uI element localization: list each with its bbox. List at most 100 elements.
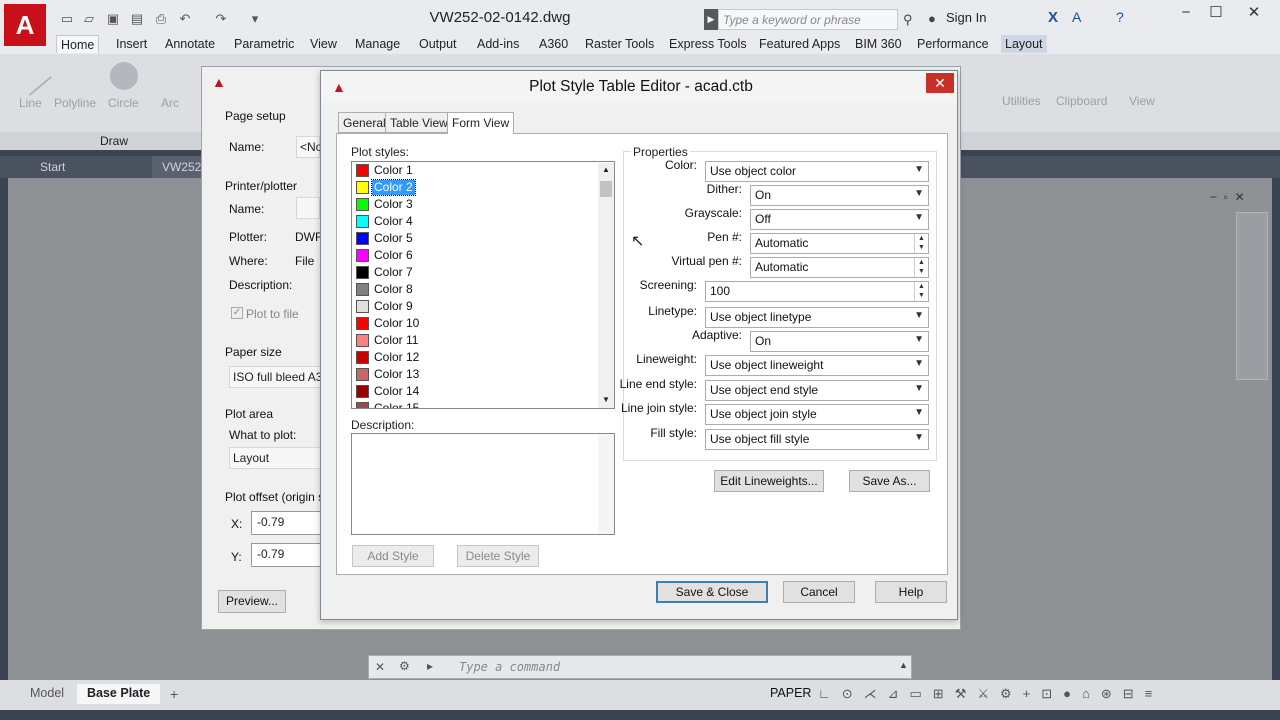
plot-icon[interactable]: ⎙ xyxy=(152,10,170,28)
chevron-down-icon[interactable]: ▼ xyxy=(914,164,924,175)
plot-style-item[interactable]: Color 10 xyxy=(372,316,421,331)
line-tool-label[interactable]: Line xyxy=(19,96,42,110)
help-icon[interactable]: ? xyxy=(1116,9,1124,25)
property-combo[interactable]: Use object lineweight ▼ xyxy=(705,355,929,376)
close-window-icon[interactable]: ✕ xyxy=(1240,2,1268,24)
add-style-button[interactable]: Add Style xyxy=(352,545,434,567)
tab-express-tools[interactable]: Express Tools xyxy=(665,35,751,53)
new-icon[interactable]: ▭ xyxy=(58,10,76,28)
plot-style-item[interactable]: Color 6 xyxy=(372,248,415,263)
plot-style-item[interactable]: Color 7 xyxy=(372,265,415,280)
chevron-down-icon[interactable]: ▼ xyxy=(914,310,924,321)
tab-form-view[interactable]: Form View xyxy=(447,112,515,134)
property-spinner[interactable]: Automatic ▲ ▼ xyxy=(750,233,929,254)
scroll-thumb[interactable] xyxy=(600,181,612,197)
exchange-icon[interactable]: X xyxy=(1048,9,1058,26)
property-combo[interactable]: Use object color ▼ xyxy=(705,161,929,182)
tab-annotate[interactable]: Annotate xyxy=(161,35,219,53)
search-expand-icon[interactable]: ▶ xyxy=(704,9,718,30)
chevron-down-icon[interactable]: ▼ xyxy=(914,407,924,418)
polyline-tool-label[interactable]: Polyline xyxy=(54,96,96,110)
property-combo[interactable]: Use object fill style ▼ xyxy=(705,429,929,450)
binoculars-icon[interactable]: ⚲ xyxy=(903,12,913,28)
plot-style-item[interactable]: Color 13 xyxy=(372,367,421,382)
plot-style-item[interactable]: Color 12 xyxy=(372,350,421,365)
chevron-down-icon[interactable]: ▼ xyxy=(914,212,924,223)
close-command-icon[interactable]: ✕ xyxy=(375,660,385,674)
tab-view[interactable]: View xyxy=(306,35,341,53)
plot-styles-list[interactable]: Color 1 Color 2 Color 3 Color 4 Color 5 Color… xyxy=(351,161,615,409)
wrench-icon[interactable]: ⚙ xyxy=(399,659,410,673)
chevron-down-icon[interactable]: ▼ xyxy=(914,334,924,345)
plot-style-item[interactable]: Color 1 xyxy=(372,163,415,178)
layout-tab-base-plate[interactable]: Base Plate xyxy=(77,684,161,704)
property-combo[interactable]: Off ▼ xyxy=(750,209,929,230)
tab-raster-tools[interactable]: Raster Tools xyxy=(581,35,658,53)
spinner-arrows-icon[interactable]: ▲ ▼ xyxy=(914,258,928,277)
redo-icon[interactable]: ↷ xyxy=(212,10,230,28)
plot-style-item[interactable]: Color 8 xyxy=(372,282,415,297)
chevron-down-icon[interactable]: ▼ xyxy=(914,383,924,394)
tab-performance[interactable]: Performance xyxy=(913,35,993,53)
tab-parametric[interactable]: Parametric xyxy=(230,35,298,53)
what-to-plot-combo[interactable]: Layout xyxy=(229,447,321,469)
tab-table-view[interactable]: Table View xyxy=(385,112,453,133)
plot-to-file-checkbox[interactable]: ✓ xyxy=(231,307,243,319)
tab-manage[interactable]: Manage xyxy=(351,35,404,53)
tab-insert[interactable]: Insert xyxy=(112,35,151,53)
description-textarea[interactable] xyxy=(351,433,615,535)
draw-panel-label[interactable]: Draw xyxy=(100,134,128,148)
command-line[interactable]: ✕ ⚙ ▸ Type a command ▲ xyxy=(368,655,912,679)
plot-style-item[interactable]: Color 15 xyxy=(372,401,421,408)
property-combo[interactable]: Use object join style ▼ xyxy=(705,404,929,425)
property-combo[interactable]: Use object end style ▼ xyxy=(705,380,929,401)
chevron-down-icon[interactable]: ▼ xyxy=(914,188,924,199)
close-icon[interactable]: ✕ xyxy=(926,73,954,93)
status-tool-icons[interactable]: ∟⊙⋌⊿▭⊞⚒⚔⚙+⊡●⌂⊛⊟≡ xyxy=(818,686,1163,702)
command-history-icon[interactable]: ▲ xyxy=(899,660,908,670)
plot-style-item[interactable]: Color 14 xyxy=(372,384,421,399)
help-button[interactable]: Help xyxy=(875,581,947,603)
save-as-button[interactable]: Save As... xyxy=(849,470,930,492)
property-spinner[interactable]: Automatic ▲ ▼ xyxy=(750,257,929,278)
plot-style-item[interactable]: Color 3 xyxy=(372,197,415,212)
utilities-label[interactable]: Utilities xyxy=(1002,94,1041,108)
delete-style-button[interactable]: Delete Style xyxy=(457,545,539,567)
undo-icon[interactable]: ↶ xyxy=(176,10,194,28)
edit-lineweights-button[interactable]: Edit Lineweights... xyxy=(714,470,824,492)
plot-style-item[interactable]: Color 5 xyxy=(372,231,415,246)
application-menu-button[interactable]: A xyxy=(4,4,46,46)
arc-tool-label[interactable]: Arc xyxy=(161,96,179,110)
property-combo[interactable]: On ▼ xyxy=(750,185,929,206)
maximize-icon[interactable]: ☐ xyxy=(1202,2,1230,24)
paper-size-combo[interactable]: ISO full bleed A3 ( xyxy=(229,366,321,388)
save-as-icon[interactable]: ▤ xyxy=(128,10,146,28)
preview-button[interactable]: Preview... xyxy=(218,590,286,613)
tab-output[interactable]: Output xyxy=(415,35,461,53)
clipboard-label[interactable]: Clipboard xyxy=(1056,94,1107,108)
tab-general[interactable]: General xyxy=(338,112,391,133)
circle-icon[interactable] xyxy=(110,62,138,90)
property-combo[interactable]: Use object linetype ▼ xyxy=(705,307,929,328)
chevron-down-icon[interactable]: ▼ xyxy=(914,358,924,369)
add-layout-button[interactable]: + xyxy=(160,684,188,704)
tab-featured-apps[interactable]: Featured Apps xyxy=(755,35,844,53)
printer-name-combo[interactable] xyxy=(296,197,320,219)
y-offset-input[interactable]: -0.79 xyxy=(251,543,321,567)
command-input[interactable]: Type a command xyxy=(459,660,560,674)
property-spinner[interactable]: 100 ▲ ▼ xyxy=(705,281,929,302)
plot-style-item[interactable]: Color 2 xyxy=(371,179,416,196)
x-offset-input[interactable]: -0.79 xyxy=(251,511,321,535)
chevron-down-icon[interactable]: ▼ xyxy=(914,432,924,443)
a360-icon[interactable]: A xyxy=(1072,9,1081,25)
save-icon[interactable]: ▣ xyxy=(104,10,122,28)
plot-style-item[interactable]: Color 11 xyxy=(372,333,420,348)
tab-add-ins[interactable]: Add-ins xyxy=(473,35,523,53)
tab-home[interactable]: Home xyxy=(56,35,100,53)
minimize-icon[interactable]: − xyxy=(1172,2,1200,24)
navigation-bar[interactable] xyxy=(1236,212,1268,380)
tab-bim-360[interactable]: BIM 360 xyxy=(851,35,906,53)
cancel-button[interactable]: Cancel xyxy=(783,581,855,603)
property-combo[interactable]: On ▼ xyxy=(750,331,929,352)
sign-in-button[interactable]: Sign In xyxy=(946,10,986,25)
